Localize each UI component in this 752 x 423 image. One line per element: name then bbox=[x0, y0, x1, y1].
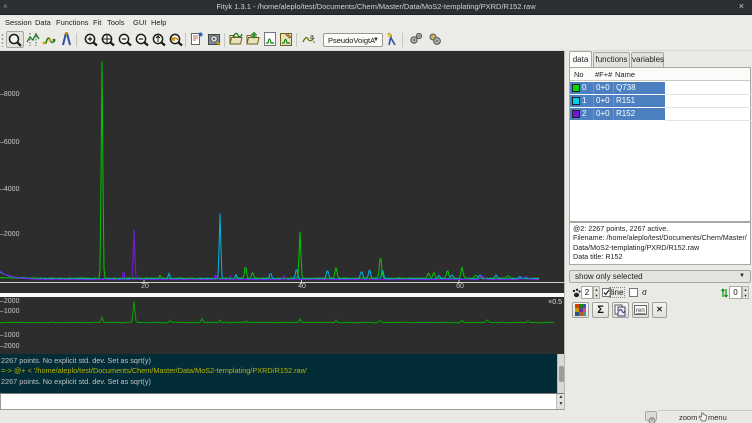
svg-text:a: a bbox=[310, 34, 314, 41]
